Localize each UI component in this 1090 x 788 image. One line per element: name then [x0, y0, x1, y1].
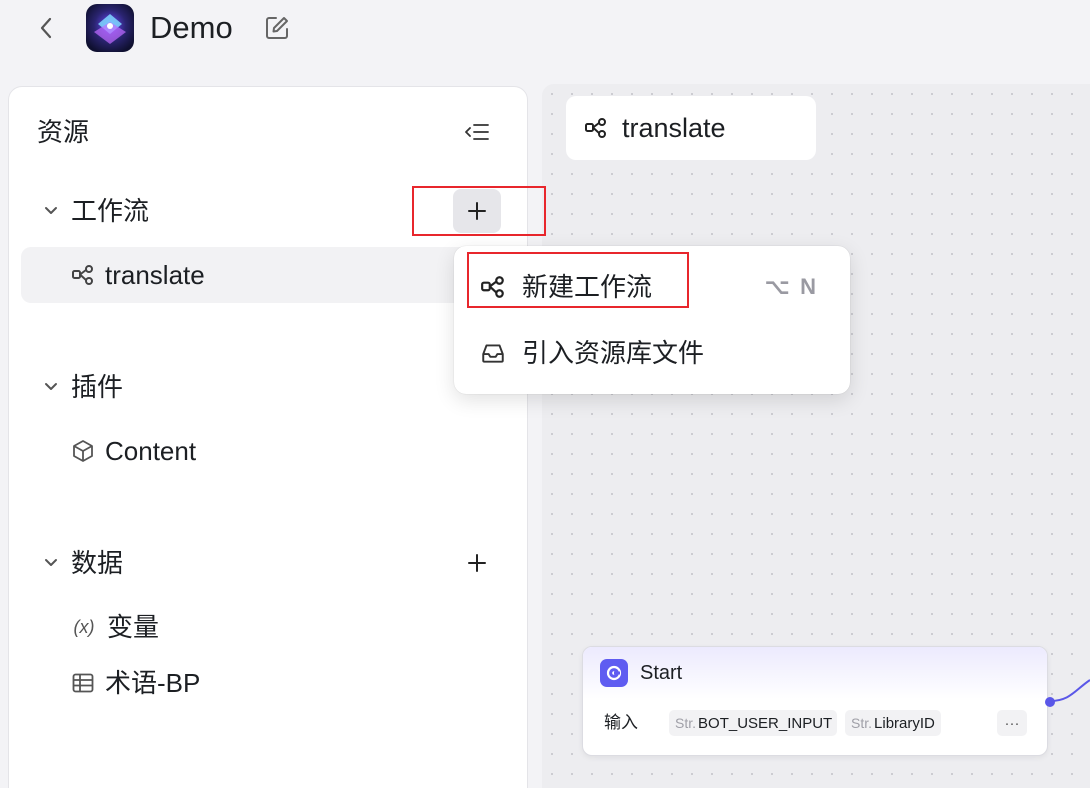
- workflow-icon: [582, 114, 610, 142]
- chevron-down-icon: [39, 375, 63, 399]
- top-bar: Demo: [0, 0, 1090, 62]
- canvas-tab-label: translate: [622, 112, 726, 143]
- chevron-left-icon: [40, 17, 52, 39]
- connection-line: [1050, 679, 1090, 702]
- param-type: Str.: [675, 715, 697, 731]
- menu-item-new-workflow[interactable]: 新建工作流 ⌥ N: [464, 258, 840, 316]
- param-tag: Str. LibraryID: [845, 710, 941, 736]
- canvas-workflow-tab[interactable]: translate: [566, 96, 816, 160]
- collapse-icon: [465, 124, 489, 140]
- sidebar-item-label: 变量: [107, 612, 160, 642]
- section-label: 工作流: [71, 196, 150, 226]
- section-workflow[interactable]: 工作流: [39, 191, 149, 231]
- table-icon: [69, 669, 97, 697]
- sidebar-item-translate[interactable]: translate: [21, 247, 481, 303]
- menu-item-label: 引入资源库文件: [522, 338, 705, 368]
- workflow-icon: [478, 272, 508, 302]
- chevron-down-icon: [39, 199, 63, 223]
- start-node-title: Start: [640, 662, 683, 684]
- start-node[interactable]: Start 输入 Str. BOT_USER_INPUT Str. Librar…: [582, 646, 1048, 756]
- start-input-label: 输入: [604, 713, 638, 732]
- sidebar-item-content[interactable]: Content: [21, 423, 481, 479]
- sidebar-item-variable[interactable]: (x) 变量: [21, 599, 481, 655]
- section-data[interactable]: 数据: [39, 543, 123, 583]
- plus-icon: [468, 554, 486, 572]
- plus-icon: [468, 202, 486, 220]
- menu-item-import-library[interactable]: 引入资源库文件: [464, 324, 840, 382]
- sidebar-item-terminology[interactable]: 术语-BP: [21, 655, 481, 711]
- add-workflow-button[interactable]: [453, 189, 501, 233]
- sidebar-item-label: translate: [105, 260, 205, 290]
- sidebar-title: 资源: [37, 117, 90, 147]
- cube-icon: [69, 437, 97, 465]
- more-params-button[interactable]: ···: [997, 710, 1027, 736]
- add-workflow-menu: 新建工作流 ⌥ N 引入资源库文件: [454, 246, 850, 394]
- section-label: 插件: [71, 372, 124, 402]
- sidebar-item-label: Content: [105, 436, 197, 466]
- param-tag: Str. BOT_USER_INPUT: [669, 710, 837, 736]
- param-type: Str.: [851, 715, 873, 731]
- add-data-button[interactable]: [453, 541, 501, 585]
- start-icon: [600, 659, 628, 687]
- chevron-down-icon: [39, 551, 63, 575]
- back-button[interactable]: [34, 14, 58, 42]
- menu-item-label: 新建工作流: [522, 272, 653, 302]
- param-name: BOT_USER_INPUT: [698, 714, 833, 732]
- app-title: Demo: [150, 10, 233, 45]
- section-label: 数据: [71, 548, 124, 578]
- inbox-icon: [478, 338, 508, 368]
- workflow-icon: [69, 261, 97, 289]
- edit-icon: [266, 17, 288, 39]
- edit-title-button[interactable]: [263, 14, 291, 42]
- app-root: Demo translate Start 输入 Str. BOT_USER_IN…: [0, 0, 1090, 788]
- sidebar-item-label: 术语-BP: [105, 668, 201, 698]
- resource-sidebar: 资源 工作流 translate 插件 Content 数据 (x) 变量 术语…: [8, 86, 528, 788]
- section-plugin[interactable]: 插件: [39, 367, 123, 407]
- app-logo: [86, 4, 134, 52]
- variable-icon: (x): [73, 616, 95, 637]
- menu-item-shortcut: ⌥ N: [764, 274, 818, 299]
- param-name: LibraryID: [874, 714, 935, 732]
- collapse-sidebar-button[interactable]: [462, 117, 492, 147]
